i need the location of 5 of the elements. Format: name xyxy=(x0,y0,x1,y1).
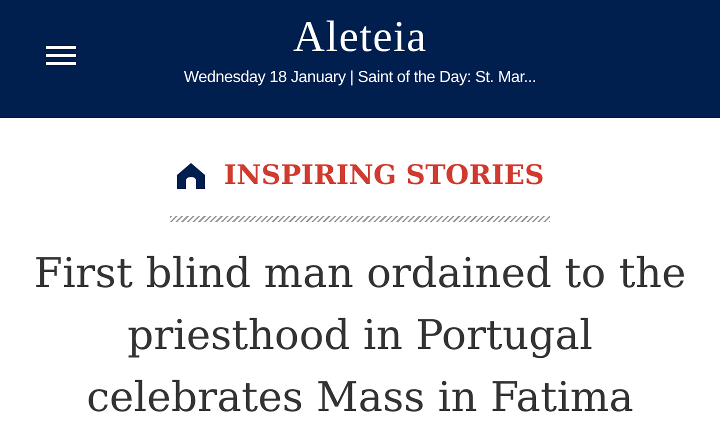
article-headline: First blind man ordained to the priesthood in Portugal celebrates Mass in Fatima xyxy=(33,248,687,423)
category-link[interactable]: INSPIRING STORIES xyxy=(224,158,544,194)
home-icon xyxy=(176,162,206,190)
site-logo[interactable]: Aleteia xyxy=(292,12,428,62)
date-line: Wednesday 18 January | Saint of the Day: St. Mar... xyxy=(184,68,536,88)
